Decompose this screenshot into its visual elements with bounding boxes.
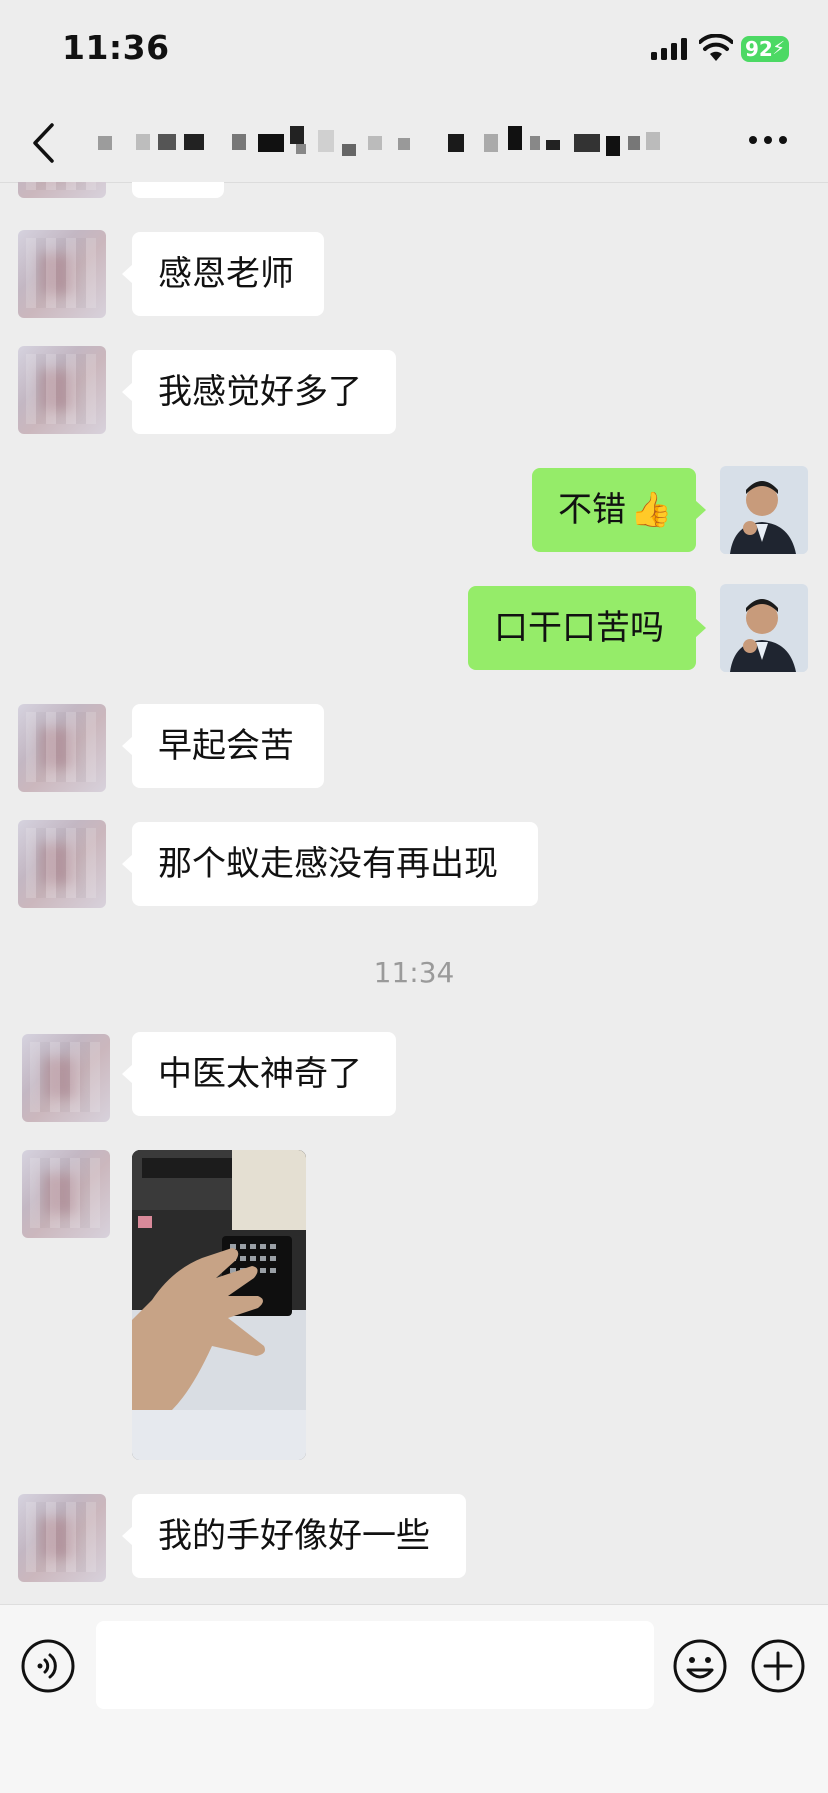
chat-timestamp: 11:34 (373, 956, 455, 989)
incoming-message[interactable]: 我感觉好多了 (122, 350, 396, 434)
hand-on-keyboard-photo (132, 1150, 306, 1460)
contact-avatar[interactable] (22, 1034, 110, 1122)
outgoing-message[interactable]: 口干口苦吗 (468, 586, 706, 670)
outgoing-message[interactable]: 不错 👍 (532, 468, 706, 552)
incoming-message[interactable]: 我的手好像好一些 (122, 1494, 466, 1578)
battery-level: 92 (745, 37, 773, 61)
message-input[interactable] (96, 1621, 654, 1709)
person-avatar-icon (720, 584, 808, 672)
cut-off-bubble (132, 182, 224, 198)
contact-avatar[interactable] (18, 1494, 106, 1582)
voice-input-icon[interactable] (20, 1638, 76, 1694)
incoming-message[interactable]: 早起会苦 (122, 704, 324, 788)
message-text: 不错 (558, 490, 626, 530)
contact-avatar[interactable] (18, 704, 106, 792)
back-chevron-icon[interactable] (30, 122, 56, 164)
input-bar (0, 1604, 828, 1793)
cellular-signal-icon (651, 38, 687, 60)
status-time: 11:36 (62, 28, 170, 67)
incoming-message[interactable]: 那个蚁走感没有再出现 (122, 822, 538, 906)
charging-bolt-icon: ⚡ (772, 38, 785, 59)
thumbs-up-emoji: 👍 (630, 490, 673, 530)
incoming-message[interactable]: 感恩老师 (122, 232, 324, 316)
wifi-icon (699, 34, 733, 61)
person-avatar-icon (720, 466, 808, 554)
contact-avatar[interactable] (18, 230, 106, 318)
status-bar: 11:36 92 ⚡ (0, 0, 828, 100)
emoji-icon[interactable] (672, 1638, 728, 1694)
contact-avatar[interactable] (18, 346, 106, 434)
my-avatar[interactable] (720, 584, 808, 672)
contact-avatar[interactable] (22, 1150, 110, 1238)
my-avatar[interactable] (720, 466, 808, 554)
more-options-icon[interactable] (748, 134, 788, 146)
battery-indicator: 92 ⚡ (741, 36, 789, 62)
incoming-message[interactable]: 中医太神奇了 (122, 1032, 396, 1116)
chat-header (0, 100, 828, 183)
contact-avatar[interactable] (18, 820, 106, 908)
image-message[interactable] (132, 1150, 306, 1460)
add-attachment-icon[interactable] (750, 1638, 806, 1694)
redacted-chat-title (98, 126, 708, 160)
